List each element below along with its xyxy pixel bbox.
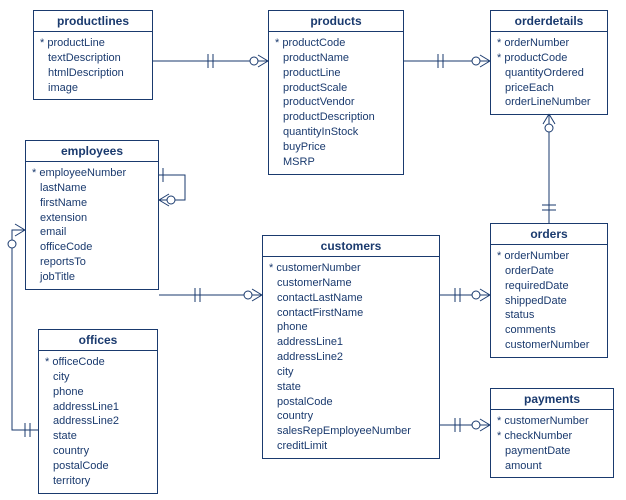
attribute: customerName [269,276,433,291]
attribute: phone [45,385,151,400]
attribute: productLine [275,66,397,81]
attribute: customerNumber [269,261,433,276]
attribute: territory [45,474,151,489]
attribute: requiredDate [497,279,601,294]
attribute: paymentDate [497,444,607,459]
attribute: orderNumber [497,36,601,51]
attribute: addressLine1 [269,335,433,350]
attribute: creditLimit [269,439,433,454]
attribute: firstName [32,196,152,211]
entity-employees: employees employeeNumberlastNamefirstNam… [25,140,159,290]
entity-attrs-products: productCodeproductNameproductLineproduct… [269,32,403,174]
entity-title: products [269,11,403,32]
entity-offices: offices officeCodecityphoneaddressLine1a… [38,329,158,494]
attribute: postalCode [269,395,433,410]
attribute: contactLastName [269,291,433,306]
attribute: country [45,444,151,459]
attribute: productVendor [275,95,397,110]
attribute: orderNumber [497,249,601,264]
entity-title: payments [491,389,613,410]
entity-title: productlines [34,11,152,32]
attribute: productLine [40,36,146,51]
entity-payments: payments customerNumbercheckNumberpaymen… [490,388,614,478]
attribute: email [32,225,152,240]
attribute: state [45,429,151,444]
attribute: customerNumber [497,414,607,429]
attribute: addressLine1 [45,400,151,415]
attribute: officeCode [32,240,152,255]
entity-productlines: productlines productLinetextDescriptionh… [33,10,153,100]
attribute: priceEach [497,81,601,96]
attribute: city [269,365,433,380]
attribute: state [269,380,433,395]
entity-title: orderdetails [491,11,607,32]
attribute: productDescription [275,110,397,125]
entity-customers: customers customerNumbercustomerNamecont… [262,235,440,459]
attribute: amount [497,459,607,474]
attribute: postalCode [45,459,151,474]
entity-attrs-orderdetails: orderNumberproductCodequantityOrderedpri… [491,32,607,114]
attribute: shippedDate [497,294,601,309]
attribute: htmlDescription [40,66,146,81]
attribute: productCode [497,51,601,66]
attribute: buyPrice [275,140,397,155]
attribute: textDescription [40,51,146,66]
attribute: image [40,81,146,96]
attribute: addressLine2 [269,350,433,365]
attribute: orderLineNumber [497,95,601,110]
entity-attrs-orders: orderNumberorderDaterequiredDateshippedD… [491,245,607,357]
attribute: productScale [275,81,397,96]
entity-orders: orders orderNumberorderDaterequiredDates… [490,223,608,358]
attribute: lastName [32,181,152,196]
entity-attrs-offices: officeCodecityphoneaddressLine1addressLi… [39,351,157,493]
attribute: checkNumber [497,429,607,444]
entity-title: customers [263,236,439,257]
attribute: addressLine2 [45,414,151,429]
attribute: quantityOrdered [497,66,601,81]
attribute: jobTitle [32,270,152,285]
attribute: orderDate [497,264,601,279]
attribute: productName [275,51,397,66]
attribute: officeCode [45,355,151,370]
attribute: productCode [275,36,397,51]
entity-orderdetails: orderdetails orderNumberproductCodequant… [490,10,608,115]
attribute: phone [269,320,433,335]
entity-title: orders [491,224,607,245]
attribute: city [45,370,151,385]
attribute: extension [32,211,152,226]
entity-attrs-employees: employeeNumberlastNamefirstNameextension… [26,162,158,289]
attribute: salesRepEmployeeNumber [269,424,433,439]
entity-products: products productCodeproductNameproductLi… [268,10,404,175]
entity-attrs-payments: customerNumbercheckNumberpaymentDateamou… [491,410,613,477]
attribute: reportsTo [32,255,152,270]
attribute: quantityInStock [275,125,397,140]
attribute: MSRP [275,155,397,170]
attribute: contactFirstName [269,306,433,321]
attribute: employeeNumber [32,166,152,181]
entity-title: employees [26,141,158,162]
attribute: comments [497,323,601,338]
entity-attrs-productlines: productLinetextDescriptionhtmlDescriptio… [34,32,152,99]
entity-attrs-customers: customerNumbercustomerNamecontactLastNam… [263,257,439,458]
attribute: country [269,409,433,424]
entity-title: offices [39,330,157,351]
attribute: customerNumber [497,338,601,353]
attribute: status [497,308,601,323]
